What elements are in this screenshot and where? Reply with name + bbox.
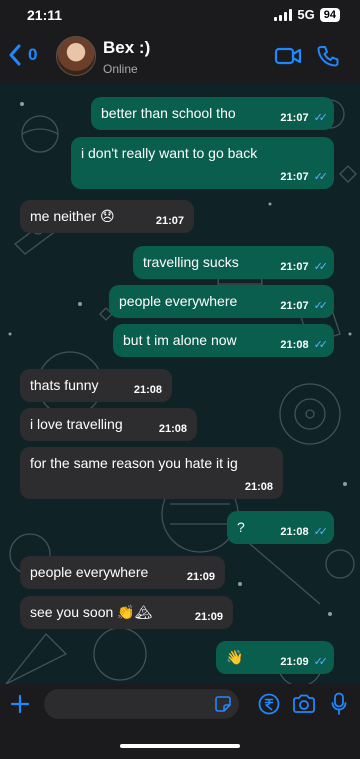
read-ticks-icon: ✓✓ bbox=[313, 656, 329, 668]
network-label: 5G bbox=[297, 7, 315, 22]
message-time: 21:09 bbox=[186, 571, 215, 583]
chat-area[interactable]: better than school tho 21:07 ✓✓ i don't r… bbox=[0, 84, 360, 684]
message-meta: 21:07 ✓✓ bbox=[280, 299, 329, 313]
read-ticks-icon: ✓✓ bbox=[313, 339, 329, 351]
message-time: 21:07 bbox=[280, 170, 309, 183]
back-button[interactable]: 0 bbox=[8, 44, 37, 66]
message-time: 21:07 bbox=[280, 260, 309, 273]
message-time: 21:08 bbox=[158, 423, 187, 435]
message-incoming[interactable]: see you soon 👏🏔 21:09 bbox=[20, 596, 233, 629]
message-text: people everywhere bbox=[30, 564, 149, 580]
message-meta: 21:09 bbox=[187, 571, 215, 583]
message-text: better than school tho bbox=[101, 105, 236, 121]
message-meta: 21:08 bbox=[245, 481, 273, 493]
status-time: 21:11 bbox=[27, 7, 63, 23]
message-text: see you soon 👏🏔 bbox=[30, 604, 153, 620]
presence-status: Online bbox=[103, 62, 138, 76]
message-text: people everywhere bbox=[119, 293, 238, 309]
chat-header: 0 Bex :) Online bbox=[0, 30, 360, 84]
status-bar: 21:11 5G 94 bbox=[0, 0, 360, 30]
plus-icon[interactable] bbox=[10, 694, 30, 714]
read-ticks-icon: ✓✓ bbox=[313, 171, 329, 183]
message-outgoing[interactable]: travelling sucks 21:07 ✓✓ bbox=[133, 246, 334, 279]
signal-icon bbox=[274, 8, 293, 21]
message-outgoing[interactable]: ? 21:08 ✓✓ bbox=[227, 511, 334, 544]
camera-icon[interactable] bbox=[292, 694, 316, 714]
avatar[interactable] bbox=[56, 36, 96, 76]
message-time: 21:09 bbox=[194, 611, 223, 623]
message-outgoing[interactable]: 👋 21:09 ✓✓ bbox=[216, 641, 334, 674]
phone-icon[interactable] bbox=[316, 44, 340, 68]
message-meta: 21:09 bbox=[195, 611, 223, 623]
message-outgoing[interactable]: i don't really want to go back 21:07 ✓✓ bbox=[71, 137, 334, 189]
message-outgoing[interactable]: but t im alone now 21:08 ✓✓ bbox=[113, 324, 334, 357]
message-incoming[interactable]: me neither 😞 21:07 bbox=[20, 200, 194, 233]
contact-name[interactable]: Bex :) bbox=[103, 38, 150, 58]
message-time: 21:08 bbox=[133, 384, 162, 396]
unread-count: 0 bbox=[28, 45, 38, 64]
message-text: ? bbox=[237, 519, 245, 535]
message-incoming[interactable]: thats funny 21:08 bbox=[20, 369, 172, 402]
message-meta: 21:07 bbox=[156, 215, 184, 227]
message-text: i love travelling bbox=[30, 416, 123, 432]
message-time: 21:09 bbox=[280, 655, 309, 668]
message-incoming[interactable]: people everywhere 21:09 bbox=[20, 556, 225, 589]
message-text: me neither 😞 bbox=[30, 208, 115, 224]
message-text: 👋 bbox=[226, 649, 244, 665]
message-time: 21:08 bbox=[280, 525, 309, 538]
message-text: travelling sucks bbox=[143, 254, 239, 270]
video-camera-icon[interactable] bbox=[274, 44, 302, 68]
status-indicators: 5G 94 bbox=[274, 7, 340, 22]
message-time: 21:08 bbox=[244, 481, 273, 493]
chevron-left-icon bbox=[9, 44, 21, 66]
rupee-icon[interactable] bbox=[258, 693, 280, 715]
message-meta: 21:07 ✓✓ bbox=[280, 111, 329, 125]
message-text: but t im alone now bbox=[123, 332, 237, 348]
message-meta: 21:08 ✓✓ bbox=[280, 338, 329, 352]
battery-icon: 94 bbox=[319, 7, 340, 22]
read-ticks-icon: ✓✓ bbox=[313, 261, 329, 273]
read-ticks-icon: ✓✓ bbox=[313, 526, 329, 538]
message-incoming[interactable]: i love travelling 21:08 bbox=[20, 408, 197, 441]
message-time: 21:07 bbox=[155, 215, 184, 227]
home-indicator[interactable] bbox=[120, 744, 240, 748]
message-text: i don't really want to go back bbox=[81, 145, 258, 161]
message-input[interactable] bbox=[44, 689, 239, 719]
read-ticks-icon: ✓✓ bbox=[313, 300, 329, 312]
microphone-icon[interactable] bbox=[331, 692, 347, 716]
message-meta: 21:09 ✓✓ bbox=[280, 655, 329, 669]
message-meta: 21:08 bbox=[134, 384, 162, 396]
message-time: 21:08 bbox=[280, 338, 309, 351]
message-meta: 21:07 ✓✓ bbox=[280, 170, 329, 184]
message-incoming[interactable]: for the same reason you hate it ig 21:08 bbox=[20, 447, 283, 499]
message-time: 21:07 bbox=[280, 111, 309, 124]
read-ticks-icon: ✓✓ bbox=[313, 112, 329, 124]
message-outgoing[interactable]: people everywhere 21:07 ✓✓ bbox=[109, 285, 334, 318]
sticker-icon[interactable] bbox=[215, 696, 231, 712]
message-text: thats funny bbox=[30, 377, 99, 393]
message-meta: 21:08 bbox=[159, 423, 187, 435]
message-meta: 21:07 ✓✓ bbox=[280, 260, 329, 274]
message-text: for the same reason you hate it ig bbox=[30, 455, 238, 471]
message-outgoing[interactable]: better than school tho 21:07 ✓✓ bbox=[91, 97, 334, 130]
message-meta: 21:08 ✓✓ bbox=[280, 525, 329, 539]
message-time: 21:07 bbox=[280, 299, 309, 312]
